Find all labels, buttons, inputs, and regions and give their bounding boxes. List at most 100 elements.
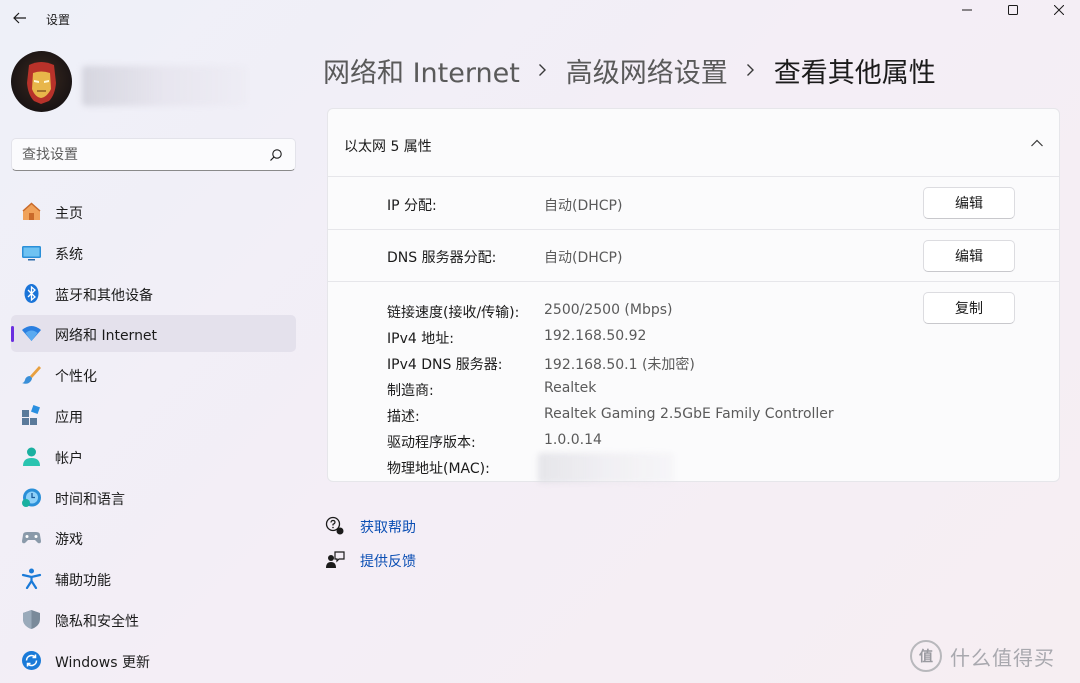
back-button[interactable] [6,4,34,32]
ip-assignment-value: 自动(DHCP) [544,198,623,214]
edit-dns-button[interactable]: 编辑 [923,240,1015,272]
property-value: 1.0.0.14 [544,432,602,448]
bluetooth-icon [21,283,42,304]
properties-list: 链接速度(接收/传输): 2500/2500 (Mbps) IPv4 地址: 1… [328,282,1059,483]
sidebar-item-bluetooth[interactable]: 蓝牙和其他设备 [11,275,296,312]
sidebar-item-label: 应用 [55,409,83,426]
watermark-logo: 值 [910,640,942,672]
dns-assignment-label: DNS 服务器分配: [387,250,497,266]
title-bar: 设置 [0,0,1080,36]
sidebar-item-system[interactable]: 系统 [11,234,296,271]
property-label: 物理地址(MAC): [387,461,490,477]
property-label: IPv4 DNS 服务器: [387,357,503,373]
sidebar-item-label: 主页 [55,206,83,222]
feedback-icon [325,550,345,570]
ip-assignment-row: IP 分配: 自动(DHCP) 编辑 [328,177,1059,230]
user-name-redacted [82,66,247,106]
page-title: 查看其他属性 [773,57,936,89]
edit-ip-button[interactable]: 编辑 [923,187,1015,219]
property-value: 192.168.50.1 (未加密) [544,357,695,373]
sidebar-item-personalization[interactable]: 个性化 [11,356,296,393]
property-row-mac: 物理地址(MAC): [328,453,888,483]
system-icon [21,242,42,263]
chevron-up-icon[interactable] [1030,136,1044,150]
close-button[interactable] [1036,0,1080,20]
breadcrumb: 网络和 Internet 高级网络设置 查看其他属性 [323,50,936,90]
property-value: 192.168.50.92 [544,328,647,344]
shield-icon [21,609,42,630]
copy-button[interactable]: 复制 [923,292,1015,324]
sidebar-item-label: 系统 [55,246,83,263]
maximize-button[interactable] [990,0,1036,20]
sidebar-item-label: 蓝牙和其他设备 [55,287,153,304]
sidebar-item-label: 网络和 Internet [55,328,158,345]
property-label: 驱动程序版本: [387,435,476,451]
iron-man-avatar-icon [27,62,56,104]
gamepad-icon [21,527,42,548]
feedback-link[interactable]: 提供反馈 [360,551,416,571]
minimize-button[interactable] [944,0,990,20]
get-help-link[interactable]: 获取帮助 [360,517,416,537]
wifi-icon [21,323,42,344]
property-value: 2500/2500 (Mbps) [544,302,673,318]
dns-assignment-value: 自动(DHCP) [544,250,623,266]
chevron-right-icon [728,63,774,77]
back-arrow-icon [13,12,26,24]
property-value: Realtek [544,380,597,396]
property-row-driver-version: 驱动程序版本: 1.0.0.14 [328,427,888,453]
chevron-right-icon [520,63,566,77]
sidebar-item-apps[interactable]: 应用 [11,397,296,434]
close-icon [1054,5,1064,15]
property-row-ipv4-dns: IPv4 DNS 服务器: 192.168.50.1 (未加密) [328,349,888,375]
maximize-icon [1008,5,1018,15]
property-row-link-speed: 链接速度(接收/传输): 2500/2500 (Mbps) [328,297,888,323]
breadcrumb-item-advanced[interactable]: 高级网络设置 [566,51,728,90]
accessibility-icon [21,568,42,590]
minimize-icon [962,9,972,11]
get-help-link-row[interactable]: 获取帮助 [325,514,416,538]
sidebar-item-label: 游戏 [55,532,83,549]
sidebar-item-network[interactable]: 网络和 Internet [11,315,296,353]
sidebar-nav: 主页 系统 蓝牙和其他设备 网络和 Internet 个性化 应用 帐户 时间和… [11,193,296,683]
apps-icon [21,404,42,426]
sidebar-item-label: 个性化 [55,369,97,386]
property-label: 制造商: [387,383,434,399]
property-label: 链接速度(接收/传输): [387,305,520,321]
dns-assignment-row: DNS 服务器分配: 自动(DHCP) 编辑 [328,230,1059,282]
property-label: IPv4 地址: [387,331,454,347]
avatar[interactable] [11,51,72,112]
mac-address-redacted [538,453,674,483]
sidebar-item-gaming[interactable]: 游戏 [11,519,296,556]
property-row-description: 描述: Realtek Gaming 2.5GbE Family Control… [328,401,888,427]
sidebar-item-time-language[interactable]: 时间和语言 [11,479,296,516]
search-icon[interactable] [269,148,283,162]
watermark-text: 什么值得买 [950,645,1055,670]
sidebar-item-accounts[interactable]: 帐户 [11,438,296,475]
search-box[interactable] [11,138,296,171]
ethernet-properties-card: 以太网 5 属性 IP 分配: 自动(DHCP) 编辑 DNS 服务器分配: 自… [327,108,1060,483]
ip-assignment-label: IP 分配: [387,198,437,214]
home-icon [21,201,42,222]
feedback-link-row[interactable]: 提供反馈 [325,548,416,572]
sidebar-item-home[interactable]: 主页 [11,193,296,230]
property-label: 描述: [387,409,420,425]
breadcrumb-item-network[interactable]: 网络和 Internet [323,51,520,90]
update-icon [21,650,42,671]
property-row-manufacturer: 制造商: Realtek [328,375,888,401]
sidebar-item-privacy[interactable]: 隐私和安全性 [11,601,296,638]
property-value: Realtek Gaming 2.5GbE Family Controller [544,406,834,422]
account-icon [21,446,42,467]
watermark: 值 什么值得买 [910,638,1055,674]
sidebar-item-label: Windows 更新 [55,654,150,671]
brush-icon [21,364,42,385]
search-input[interactable] [22,145,262,165]
property-row-ipv4: IPv4 地址: 192.168.50.92 [328,323,888,349]
sidebar-item-label: 隐私和安全性 [55,613,139,630]
sidebar-item-windows-update[interactable]: Windows 更新 [11,642,296,679]
app-title: 设置 [46,13,71,27]
card-title: 以太网 5 属性 [344,139,432,155]
help-chat-icon [325,516,345,536]
sidebar-item-accessibility[interactable]: 辅助功能 [11,560,296,597]
card-header[interactable]: 以太网 5 属性 [328,109,1059,177]
globe-clock-icon [21,487,42,508]
